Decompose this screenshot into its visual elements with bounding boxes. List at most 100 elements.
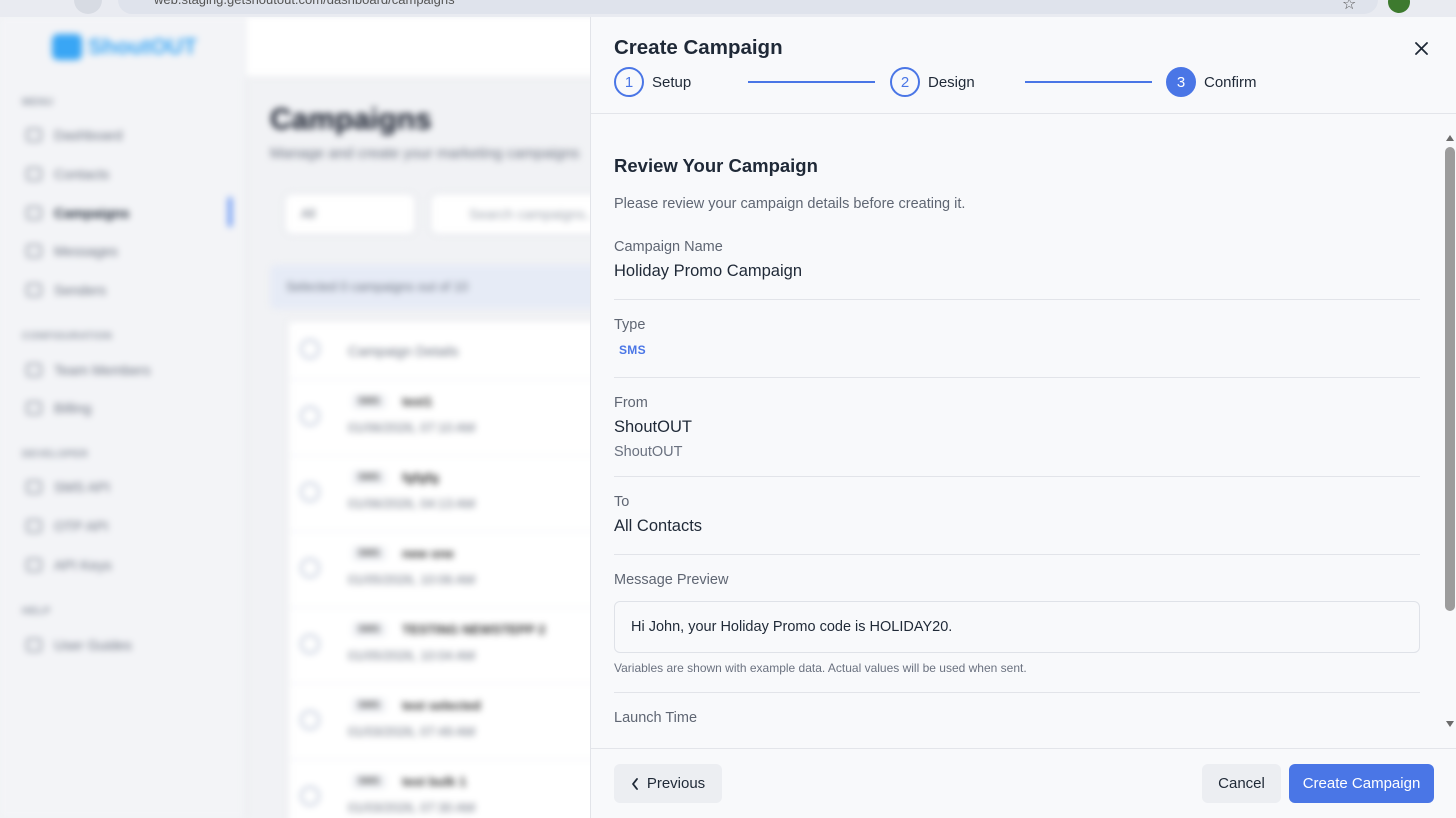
cancel-button[interactable]: Cancel xyxy=(1202,764,1281,803)
campaign-date: 01/03/2026, 07:49 AM xyxy=(348,724,476,739)
from-sender-id: ShoutOUT xyxy=(614,444,683,460)
divider xyxy=(614,476,1420,477)
profile-avatar[interactable] xyxy=(1388,0,1410,13)
campaign-name: test1 xyxy=(402,394,433,409)
api-icon xyxy=(26,519,42,533)
type-badge: SMS xyxy=(619,343,646,357)
review-title: Review Your Campaign xyxy=(614,155,818,176)
browser-toolbar: web.staging.getshoutout.com/dashboard/ca… xyxy=(0,0,1456,17)
page-subtitle: Manage and create your marketing campaig… xyxy=(270,145,580,162)
divider xyxy=(614,377,1420,378)
senders-icon xyxy=(26,283,42,297)
from-label: From xyxy=(614,395,648,411)
from-value: ShoutOUT xyxy=(614,418,692,436)
step-number: 3 xyxy=(1166,67,1196,97)
sidebar-item-user-guides[interactable]: User Guides xyxy=(26,637,132,653)
bookmark-star-icon[interactable]: ☆ xyxy=(1342,0,1356,14)
drawer-header: Create Campaign 1 Setup 2 Design 3 Confi… xyxy=(591,17,1456,114)
campaign-name-label: Campaign Name xyxy=(614,239,723,255)
drawer-title: Create Campaign xyxy=(614,36,783,59)
key-icon xyxy=(26,558,42,572)
sidebar-item-dashboard[interactable]: Dashboard xyxy=(26,127,123,143)
guide-icon xyxy=(26,638,42,652)
nav-section-help: HELP xyxy=(22,606,51,617)
type-label: Type xyxy=(614,317,646,333)
scroll-up-arrow-icon[interactable] xyxy=(1446,135,1454,141)
campaign-date: 01/03/2026, 07:30 AM xyxy=(348,800,476,815)
sidebar-item-sms-api[interactable]: SMS API xyxy=(26,479,110,495)
step-label: Confirm xyxy=(1204,73,1257,91)
row-checkbox[interactable] xyxy=(300,558,320,578)
filter-dropdown[interactable]: All xyxy=(284,193,416,235)
campaign-name: TESTING NEWSTEPP 2 xyxy=(402,622,546,637)
sidebar: ShoutOUT MENU Dashboard Contacts Campaig… xyxy=(0,17,246,818)
dashboard-icon xyxy=(26,128,42,142)
campaign-name: test selected xyxy=(402,698,481,713)
sidebar-item-team-members[interactable]: Team Members xyxy=(26,362,150,378)
campaign-name-value: Holiday Promo Campaign xyxy=(614,262,803,280)
type-badge: SMS xyxy=(352,698,386,713)
select-all-checkbox[interactable] xyxy=(300,339,320,359)
campaigns-icon xyxy=(26,206,42,220)
address-bar[interactable]: web.staging.getshoutout.com/dashboard/ca… xyxy=(118,0,1378,14)
page-title: Campaigns xyxy=(270,103,432,136)
close-button[interactable] xyxy=(1409,36,1433,60)
step-design: 2 Design xyxy=(890,67,975,97)
message-preview-label: Message Preview xyxy=(614,572,729,588)
row-checkbox[interactable] xyxy=(300,482,320,502)
step-number: 1 xyxy=(614,67,644,97)
divider xyxy=(614,299,1420,300)
nav-section-developer: DEVELOPER xyxy=(22,449,89,460)
reload-icon[interactable] xyxy=(74,0,102,14)
api-icon xyxy=(26,480,42,494)
previous-label: Previous xyxy=(646,775,706,792)
sidebar-item-campaigns[interactable]: Campaigns xyxy=(26,205,129,221)
campaign-name: new one xyxy=(402,546,455,561)
scroll-down-arrow-icon[interactable] xyxy=(1446,721,1454,727)
row-checkbox[interactable] xyxy=(300,710,320,730)
type-badge: SMS xyxy=(352,774,386,789)
table-header-campaign-details: Campaign Details xyxy=(348,343,459,359)
nav-section-menu: MENU xyxy=(22,97,54,108)
campaign-name: test bulk 1 xyxy=(402,774,467,789)
sidebar-item-billing[interactable]: Billing xyxy=(26,400,91,416)
messages-icon xyxy=(26,244,42,258)
logo: ShoutOUT xyxy=(52,34,197,60)
scrollbar-thumb[interactable] xyxy=(1445,147,1455,611)
contacts-icon xyxy=(26,167,42,181)
campaign-date: 01/05/2026, 10:06 AM xyxy=(348,572,476,587)
nav-section-configuration: CONFIGURATION xyxy=(22,331,113,342)
row-checkbox[interactable] xyxy=(300,406,320,426)
type-badge: SMS xyxy=(352,470,386,485)
divider xyxy=(614,692,1420,693)
to-label: To xyxy=(614,494,630,510)
sidebar-item-messages[interactable]: Messages xyxy=(26,243,118,259)
drawer-body[interactable]: Review Your Campaign Please review your … xyxy=(591,114,1456,748)
billing-icon xyxy=(26,401,42,415)
active-indicator xyxy=(228,197,232,227)
sidebar-item-contacts[interactable]: Contacts xyxy=(26,166,109,182)
campaign-name: fgfgfg xyxy=(402,470,439,485)
step-confirm: 3 Confirm xyxy=(1166,67,1257,97)
message-preview-box: Hi John, your Holiday Promo code is HOLI… xyxy=(614,601,1420,653)
scrollbar[interactable] xyxy=(1443,131,1456,748)
to-value: All Contacts xyxy=(614,517,703,535)
step-label: Setup xyxy=(652,73,692,91)
sidebar-item-api-keys[interactable]: API Keys xyxy=(26,557,112,573)
logo-icon xyxy=(52,34,82,60)
launch-time-label: Launch Time xyxy=(614,710,698,726)
type-badge: SMS xyxy=(352,394,386,409)
create-campaign-button[interactable]: Create Campaign xyxy=(1289,764,1434,803)
create-campaign-drawer: Create Campaign 1 Setup 2 Design 3 Confi… xyxy=(590,17,1456,818)
row-checkbox[interactable] xyxy=(300,786,320,806)
logo-text: ShoutOUT xyxy=(88,34,197,59)
close-icon xyxy=(1414,41,1428,55)
row-checkbox[interactable] xyxy=(300,634,320,654)
team-icon xyxy=(26,363,42,377)
sidebar-item-otp-api[interactable]: OTP API xyxy=(26,518,108,534)
campaign-date: 01/06/2026, 04:13 AM xyxy=(348,496,476,511)
step-connector xyxy=(748,81,875,83)
campaign-date: 01/06/2026, 07:10 AM xyxy=(348,420,476,435)
previous-button[interactable]: Previous xyxy=(614,764,722,803)
sidebar-item-senders[interactable]: Senders xyxy=(26,282,106,298)
